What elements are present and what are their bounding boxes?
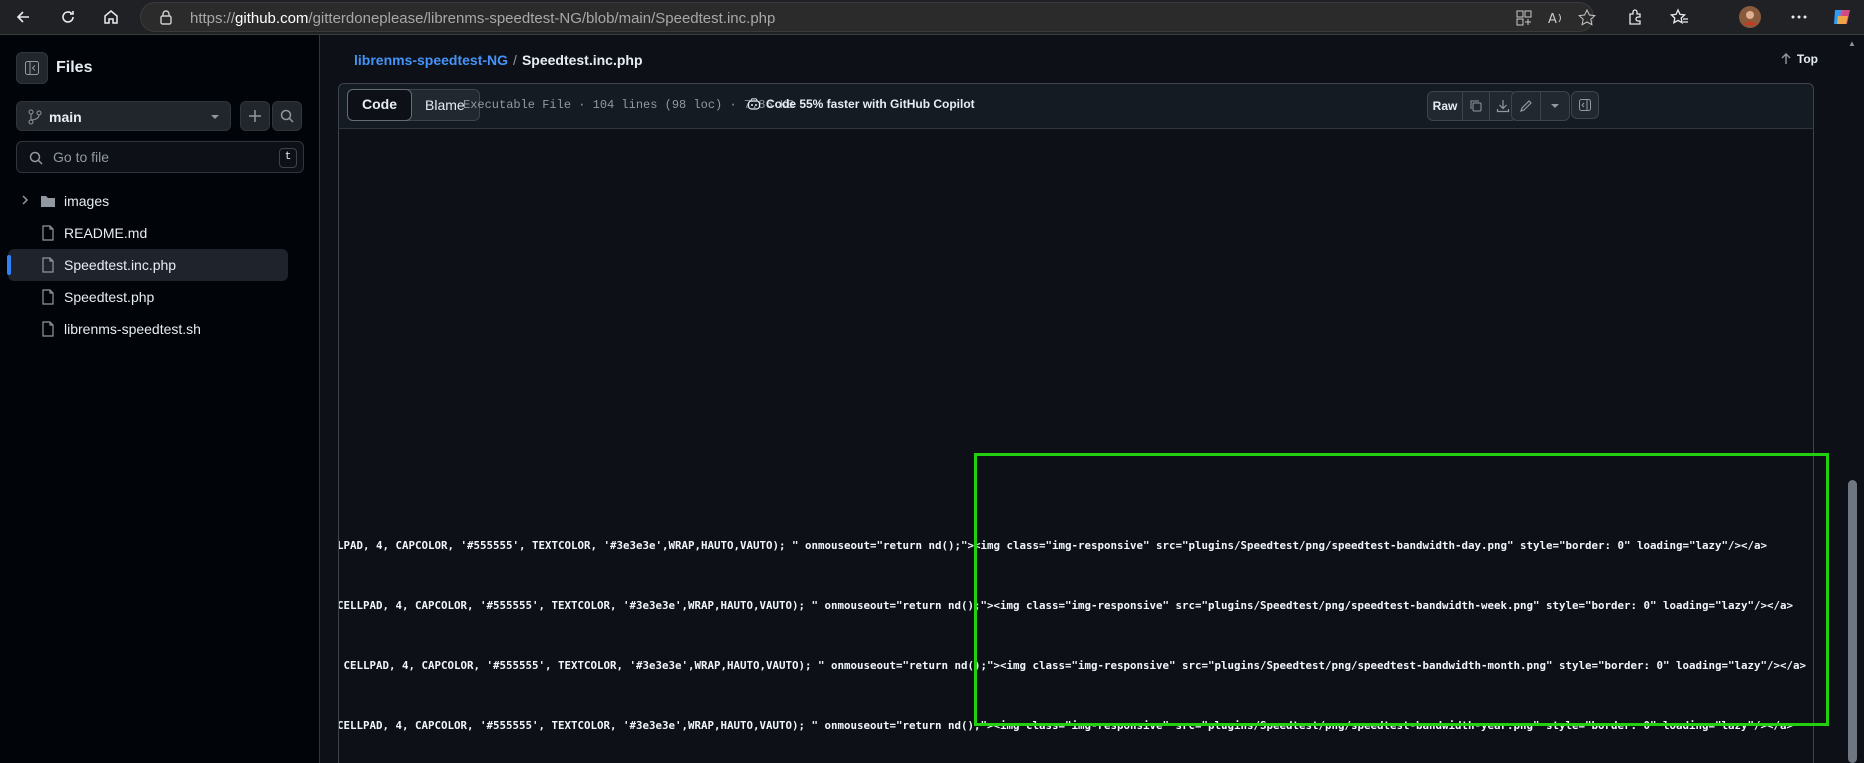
top-button-label: Top: [1796, 52, 1818, 66]
code-blame-toggle: Code Blame: [347, 89, 480, 121]
edit-actions-group: [1511, 91, 1570, 121]
code-line: CELLPAD, 4, CAPCOLOR, '#555555', TEXTCOL…: [338, 599, 1794, 612]
plus-icon: [249, 110, 261, 122]
code-line: CELLPAD, 4, CAPCOLOR, '#555555', TEXTCOL…: [338, 719, 1794, 732]
breadcrumb-repo-link[interactable]: librenms-speedtest-NG: [354, 52, 508, 68]
tree-item-librenms-speedtest-sh[interactable]: librenms-speedtest.sh: [8, 313, 288, 345]
collapse-sidebar-button[interactable]: [16, 52, 48, 84]
tree-item-readme[interactable]: README.md: [8, 217, 288, 249]
symbols-panel-icon: [1579, 99, 1591, 111]
raw-actions-group: Raw: [1427, 91, 1517, 121]
pencil-icon: [1520, 100, 1532, 112]
go-to-file-input[interactable]: [51, 148, 255, 166]
tree-item-images[interactable]: images: [8, 185, 288, 217]
tree-item-label: images: [64, 193, 110, 209]
tree-item-speedtest-php[interactable]: Speedtest.php: [8, 281, 288, 313]
add-file-button[interactable]: [240, 101, 270, 131]
copilot-promo-link[interactable]: Code 55% faster with GitHub Copilot: [747, 97, 975, 111]
sidebar-collapse-icon: [25, 61, 39, 75]
tree-item-label: README.md: [64, 225, 148, 241]
git-branch-icon: [28, 109, 42, 125]
edit-dropdown-button[interactable]: [1541, 92, 1569, 120]
code-line: LPAD, 4, CAPCOLOR, '#555555', TEXTCOLOR,…: [338, 539, 1768, 552]
file-info: Executable File · 104 lines (98 loc) · 7…: [463, 98, 795, 112]
breadcrumb: librenms-speedtest-NG / Speedtest.inc.php: [354, 52, 643, 68]
favorite-star-icon[interactable]: [1577, 8, 1597, 28]
back-icon[interactable]: [11, 5, 35, 29]
read-aloud-icon[interactable]: A: [1546, 8, 1566, 28]
code-viewer[interactable]: LPAD, 4, CAPCOLOR, '#555555', TEXTCOLOR,…: [338, 129, 1814, 763]
file-icon: [42, 225, 54, 241]
copilot-icon: [747, 98, 761, 110]
search-code-button[interactable]: [272, 101, 302, 131]
copilot-icon[interactable]: [1830, 5, 1854, 29]
svg-text:A: A: [1548, 12, 1557, 27]
go-to-file-search[interactable]: t: [16, 141, 304, 173]
branch-name: main: [49, 109, 82, 125]
file-icon: [42, 289, 54, 305]
scrollbar-thumb[interactable]: [1848, 480, 1857, 763]
tree-item-label: Speedtest.php: [64, 289, 155, 305]
active-indicator: [7, 255, 11, 275]
caret-down-icon: [211, 115, 219, 119]
folder-icon: [41, 196, 55, 207]
file-icon: [42, 321, 54, 337]
breadcrumb-separator: /: [513, 52, 517, 68]
file-header-bar: Code Blame Executable File · 104 lines (…: [338, 83, 1814, 129]
tree-item-speedtest-inc-php[interactable]: Speedtest.inc.php: [7, 249, 288, 281]
search-icon: [280, 109, 294, 123]
file-tree-sidebar: Files main t images README.md Speedtest.…: [0, 35, 320, 763]
page-scrollbar[interactable]: ▲: [1842, 35, 1864, 763]
arrow-up-icon: [1781, 53, 1791, 64]
sidebar-title: Files: [56, 59, 93, 76]
copy-raw-button[interactable]: [1463, 92, 1490, 120]
caret-down-icon: [1551, 104, 1559, 108]
extensions-icon[interactable]: [1623, 5, 1647, 29]
tab-code[interactable]: Code: [347, 89, 412, 121]
file-view: librenms-speedtest-NG / Speedtest.inc.php …: [320, 35, 1842, 763]
scroll-up-arrow-icon[interactable]: ▲: [1848, 39, 1856, 48]
breadcrumb-file: Speedtest.inc.php: [521, 52, 643, 68]
favorites-icon[interactable]: [1667, 5, 1691, 29]
download-icon: [1496, 100, 1510, 113]
code-line: CELLPAD, 4, CAPCOLOR, '#555555', TEXTCOL…: [338, 659, 1807, 672]
address-bar[interactable]: https://github.com/gitterdoneplease/libr…: [140, 2, 1597, 32]
copy-icon: [1470, 100, 1482, 112]
chevron-right-icon[interactable]: [20, 194, 30, 206]
app-grid-icon[interactable]: [1514, 8, 1534, 28]
browser-toolbar: https://github.com/gitterdoneplease/libr…: [0, 0, 1864, 35]
refresh-icon[interactable]: [56, 5, 80, 29]
profile-avatar[interactable]: [1738, 5, 1762, 29]
tree-item-label: Speedtest.inc.php: [64, 257, 177, 273]
search-icon: [29, 151, 43, 165]
symbols-panel-button[interactable]: [1571, 91, 1599, 119]
edit-file-button[interactable]: [1512, 92, 1541, 120]
url-text: https://github.com/gitterdoneplease/libr…: [190, 10, 776, 27]
top-button[interactable]: Top: [1780, 52, 1818, 66]
copilot-promo-text: Code 55% faster with GitHub Copilot: [766, 97, 975, 111]
lock-icon[interactable]: [159, 9, 173, 30]
tree-item-label: librenms-speedtest.sh: [64, 321, 201, 337]
keyboard-shortcut-badge: t: [279, 148, 297, 168]
file-icon: [42, 257, 54, 273]
branch-selector[interactable]: main: [16, 101, 231, 131]
raw-button[interactable]: Raw: [1428, 92, 1463, 120]
more-icon[interactable]: [1787, 5, 1811, 29]
home-icon[interactable]: [99, 5, 123, 29]
